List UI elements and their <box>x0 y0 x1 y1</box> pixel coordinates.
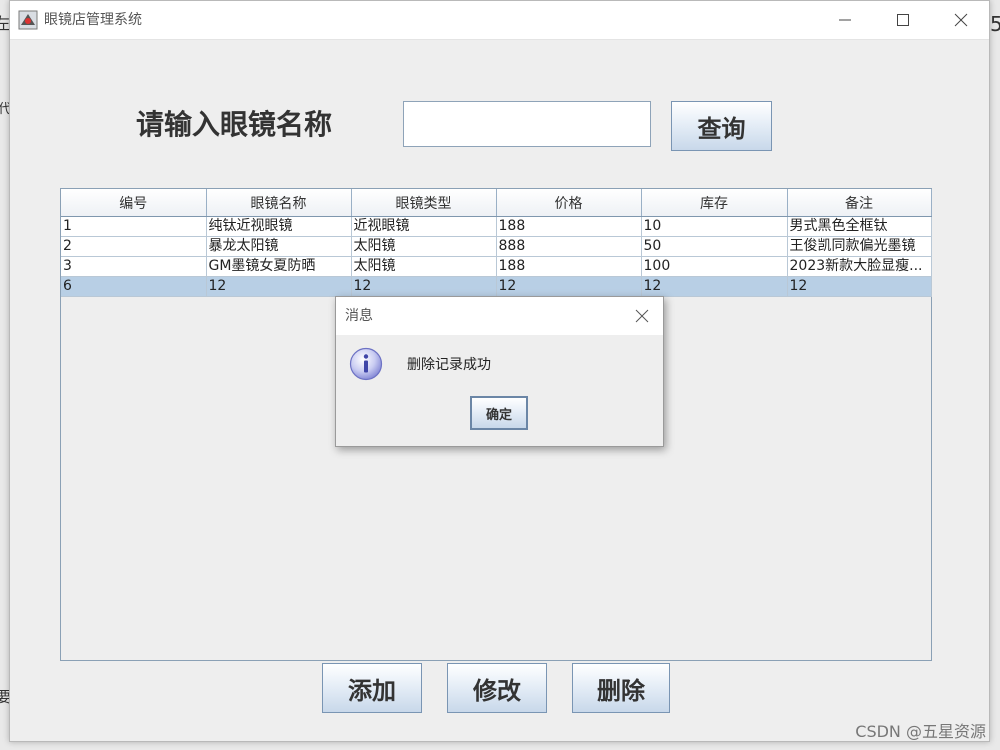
table-cell[interactable]: 888 <box>496 236 642 257</box>
column-header-id[interactable]: 编号 <box>61 189 207 217</box>
column-header-stock[interactable]: 库存 <box>641 189 788 217</box>
table-cell[interactable]: 太阳镜 <box>351 256 497 277</box>
table-cell[interactable]: 12 <box>641 276 788 297</box>
message-dialog: 消息 删除记录成功 确定 <box>335 296 664 447</box>
table-cell[interactable]: 3 <box>61 256 207 277</box>
close-button[interactable] <box>941 7 981 33</box>
table-cell[interactable]: GM墨镜女夏防晒 <box>206 256 352 277</box>
table-cell[interactable]: 王俊凯同款偏光墨镜 <box>787 236 932 257</box>
watermark: CSDN @五星资源 <box>855 722 986 741</box>
table-cell[interactable]: 12 <box>787 276 932 297</box>
table-row[interactable]: 1 纯钛近视眼镜 近视眼镜 188 10 男式黑色全框钛 <box>61 216 932 237</box>
delete-button[interactable]: 删除 <box>572 663 670 713</box>
information-icon <box>349 347 383 381</box>
add-button[interactable]: 添加 <box>322 663 422 713</box>
maximize-icon <box>897 14 909 26</box>
background-fragment: 5 <box>990 12 1000 36</box>
ok-button[interactable]: 确定 <box>470 396 528 430</box>
table-cell[interactable]: 188 <box>496 216 642 237</box>
table-row[interactable]: 3 GM墨镜女夏防晒 太阳镜 188 100 2023新款大脸显瘦... <box>61 256 932 277</box>
table-cell[interactable]: 6 <box>61 276 207 297</box>
column-header-price[interactable]: 价格 <box>496 189 642 217</box>
minimize-icon <box>839 19 851 21</box>
table-header-row: 编号 眼镜名称 眼镜类型 价格 库存 备注 <box>61 189 932 217</box>
table-cell[interactable]: 50 <box>641 236 788 257</box>
column-header-name[interactable]: 眼镜名称 <box>206 189 352 217</box>
table-cell[interactable]: 纯钛近视眼镜 <box>206 216 352 237</box>
java-app-icon <box>18 10 38 30</box>
table-row[interactable]: 2 暴龙太阳镜 太阳镜 888 50 王俊凯同款偏光墨镜 <box>61 236 932 257</box>
search-label: 请输入眼镜名称 <box>136 108 333 141</box>
table-row-selected[interactable]: 6 12 12 12 12 12 <box>61 276 932 297</box>
query-button[interactable]: 查询 <box>671 101 772 151</box>
table-cell[interactable]: 暴龙太阳镜 <box>206 236 352 257</box>
minimize-button[interactable] <box>825 7 865 33</box>
table-cell[interactable]: 100 <box>641 256 788 277</box>
column-header-remark[interactable]: 备注 <box>787 189 932 217</box>
maximize-button[interactable] <box>883 7 923 33</box>
table-cell[interactable]: 188 <box>496 256 642 277</box>
table-cell[interactable]: 2023新款大脸显瘦... <box>787 256 932 277</box>
table-cell[interactable]: 12 <box>206 276 352 297</box>
glasses-name-input[interactable] <box>403 101 651 147</box>
dialog-titlebar[interactable]: 消息 <box>336 297 663 335</box>
dialog-message: 删除记录成功 <box>407 357 491 373</box>
table-cell[interactable]: 10 <box>641 216 788 237</box>
table-cell[interactable]: 近视眼镜 <box>351 216 497 237</box>
column-header-type[interactable]: 眼镜类型 <box>351 189 497 217</box>
table-cell[interactable]: 12 <box>496 276 642 297</box>
table-cell[interactable]: 1 <box>61 216 207 237</box>
table-cell[interactable]: 12 <box>351 276 497 297</box>
close-icon <box>954 13 968 27</box>
table-cell[interactable]: 男式黑色全框钛 <box>787 216 932 237</box>
table-cell[interactable]: 太阳镜 <box>351 236 497 257</box>
window-titlebar[interactable]: 眼镜店管理系统 <box>10 1 989 40</box>
dialog-close-button[interactable] <box>629 304 655 328</box>
table-cell[interactable]: 2 <box>61 236 207 257</box>
close-icon <box>635 309 649 323</box>
edit-button[interactable]: 修改 <box>447 663 547 713</box>
dialog-title: 消息 <box>345 308 373 324</box>
window-title: 眼镜店管理系统 <box>44 12 142 28</box>
